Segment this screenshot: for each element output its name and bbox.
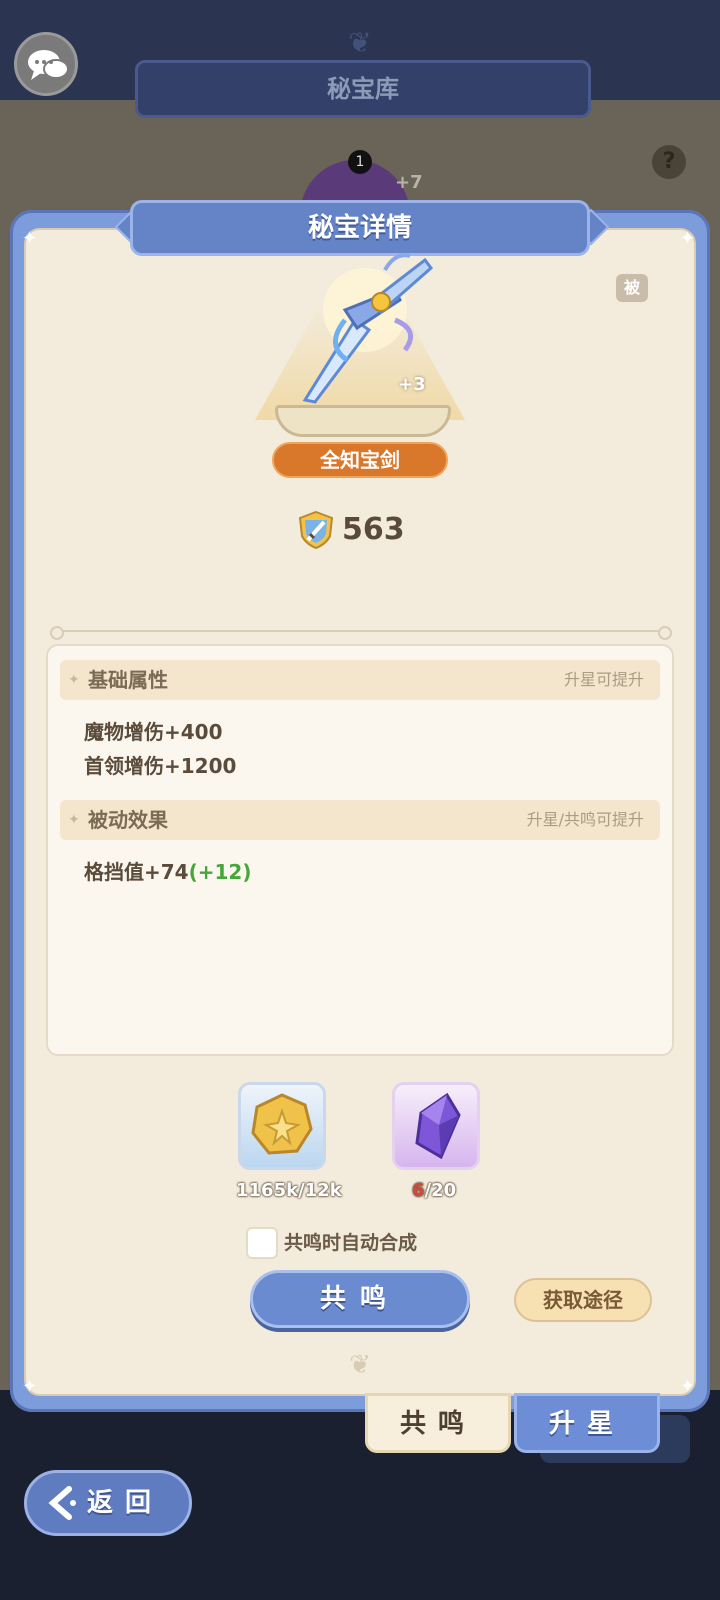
resonate-button[interactable]: 共鸣 [250,1270,470,1328]
star-bullet-icon: ✦ [68,672,80,688]
gold-coin-icon [251,1093,313,1155]
section-hint: 升星可提升 [563,670,644,689]
attribute-line: 魔物增伤+400 [84,720,223,744]
corner-star-icon: ✦ [22,1376,38,1397]
corner-star-icon: ✦ [22,228,38,249]
material-crystal-count: 6/20 [412,1180,457,1201]
auto-synthesize-label: 共鸣时自动合成 [284,1232,418,1254]
passive-badge: 被 [616,274,648,302]
background-orb-plus: +7 [395,172,423,193]
material-gold-coin[interactable] [238,1082,326,1170]
attribute-box [46,644,674,1056]
crown-ornament-icon: ❦ [349,1350,371,1380]
attribute-bonus: (+12) [188,860,252,884]
section-passive-effects: ✦ 被动效果 升星/共鸣可提升 [60,800,660,840]
enhance-level: +3 [398,374,426,395]
tab-star-up[interactable]: 升星 [514,1393,660,1453]
crown-ornament-icon: ❦ [348,26,372,59]
tab-resonate[interactable]: 共鸣 [365,1393,511,1453]
section-title: 基础属性 [88,668,168,692]
obtain-source-button[interactable]: 获取途径 [514,1278,652,1322]
attribute-line: 格挡值+74(+12) [84,856,251,885]
chat-button[interactable] [14,32,78,96]
background-orb-badge: 1 [348,150,372,174]
back-button[interactable]: 返回 [24,1470,192,1536]
shield-sword-icon [298,510,334,550]
section-base-attributes: ✦ 基础属性 升星可提升 [60,660,660,700]
attribute-text: 格挡值+74 [84,860,189,884]
combat-power-value: 563 [342,512,405,547]
corner-star-icon: ✦ [680,228,696,249]
material-gold-count: 1165k/12k [236,1180,342,1201]
section-hint: 升星/共鸣可提升 [526,810,644,829]
back-label: 返回 [87,1488,164,1518]
item-name: 全知宝剑 [272,442,448,478]
help-icon[interactable]: ? [652,145,686,179]
attribute-line: 首领增伤+1200 [84,754,237,778]
back-arrow-icon [48,1486,76,1520]
panel-title: 秘宝详情 [130,200,590,256]
auto-synthesize-checkbox[interactable] [246,1227,278,1259]
corner-star-icon: ✦ [680,1376,696,1397]
divider-dot [658,626,672,640]
chat-bubbles-icon [28,50,69,80]
divider-dot [50,626,64,640]
purple-crystal-icon [415,1092,461,1160]
divider [55,630,665,632]
material-purple-crystal[interactable] [392,1082,480,1170]
star-bullet-icon: ✦ [68,812,80,828]
background-page-title: 秘宝库 [135,60,591,118]
section-title: 被动效果 [88,808,168,832]
